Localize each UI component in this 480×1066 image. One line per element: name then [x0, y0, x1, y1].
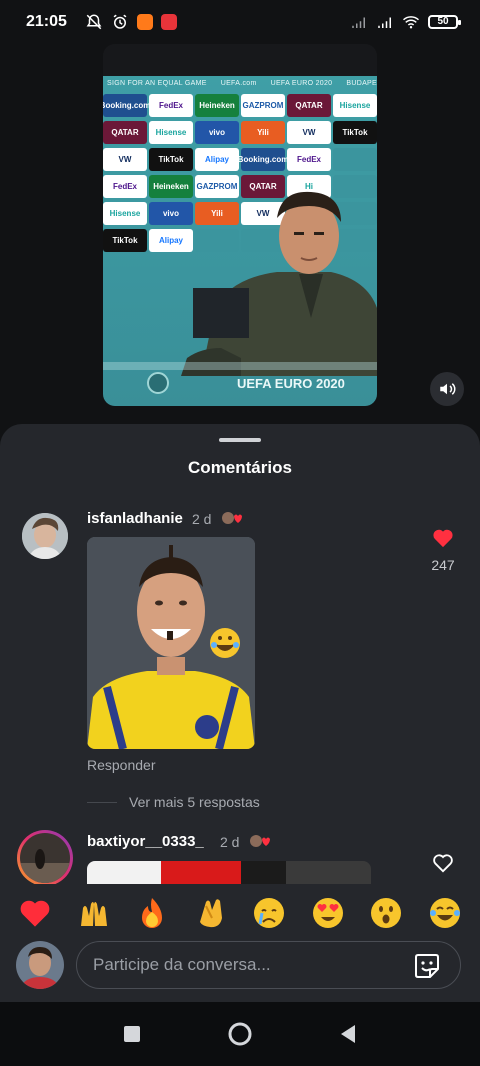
sponsor-logo: QATAR — [287, 94, 331, 117]
surprised-face-icon — [371, 898, 402, 928]
sponsor-logo: QATAR — [103, 121, 147, 144]
reaction-raised-hands[interactable] — [74, 893, 114, 933]
view-more-replies-button[interactable]: Ver mais 5 respostas — [129, 794, 260, 810]
like-count: 247 — [431, 557, 455, 573]
sponsor-logo: Alipay — [195, 148, 239, 171]
reaction-fire[interactable] — [132, 893, 172, 933]
avatar[interactable] — [17, 830, 73, 886]
sponsor-backdrop: SIGN FOR AN EQUAL GAME UEFA.com UEFA EUR… — [103, 76, 377, 406]
alarm-icon — [113, 14, 127, 29]
crown-heart-icon — [222, 512, 242, 524]
sponsor-logo: TikTok — [149, 148, 193, 171]
home-button[interactable] — [225, 1019, 255, 1049]
volume-button[interactable] — [430, 372, 464, 406]
reaction-surprised[interactable] — [366, 893, 406, 933]
heart-eyes-icon — [312, 898, 343, 928]
desk-edge — [103, 362, 377, 370]
triangle-back-icon — [341, 1025, 355, 1043]
sponsor-logo: VW — [103, 148, 147, 171]
status-bar: 21:05 50 — [0, 0, 480, 44]
signal-icon — [352, 17, 365, 28]
speaker-icon — [440, 383, 456, 395]
sponsor-logo: Hisense — [149, 121, 193, 144]
video-app-icon — [160, 14, 177, 30]
euro-logo-text: UEFA EURO 2020 — [237, 376, 345, 391]
recents-button[interactable] — [117, 1019, 147, 1049]
video-player[interactable]: SIGN FOR AN EQUAL GAME UEFA.com UEFA EUR… — [103, 44, 377, 406]
reply-button[interactable]: Responder — [87, 757, 156, 773]
sheet-title: Comentários — [188, 458, 292, 477]
press-conference-speaker — [181, 191, 377, 376]
sponsor-logo — [333, 148, 377, 171]
wifi-icon — [403, 16, 419, 29]
sponsor-logo: Booking.com — [103, 94, 150, 117]
backdrop-header-text-1: SIGN FOR AN EQUAL GAME — [107, 80, 207, 87]
euro-trophy-logo — [147, 372, 169, 394]
user-photo — [16, 941, 64, 989]
sponsor-logo: FedEx — [103, 175, 147, 198]
fire-icon — [142, 898, 163, 928]
sponsor-logo: FedEx — [287, 148, 331, 171]
crying-face-icon — [254, 898, 285, 928]
comment-input-wrapper — [76, 941, 461, 989]
sponsor-logo: Heineken — [195, 94, 239, 117]
sponsor-logo: VW — [287, 121, 331, 144]
comment-composer — [0, 938, 480, 1002]
user-photo — [20, 833, 70, 883]
comment-time: 2 d — [192, 511, 212, 527]
sponsor-logo: Hisense — [333, 94, 377, 117]
reaction-tears-of-joy[interactable] — [425, 893, 465, 933]
circle-icon — [228, 1022, 252, 1046]
heart-outline-icon[interactable] — [432, 853, 454, 873]
heart-filled-icon[interactable] — [432, 528, 454, 548]
sponsor-logo: TikTok — [333, 121, 377, 144]
signal-icon-2 — [378, 17, 391, 28]
backdrop-header-text-2: UEFA.com — [220, 80, 257, 87]
reaction-clapping[interactable] — [191, 893, 231, 933]
reaction-heart[interactable] — [15, 893, 55, 933]
status-time: 21:05 — [26, 13, 67, 30]
crown-heart-icon — [250, 835, 270, 847]
clapping-hands-icon — [199, 899, 222, 928]
back-button[interactable] — [333, 1019, 363, 1049]
raised-hands-icon — [80, 902, 107, 926]
comment-username[interactable]: isfanladhanie — [87, 510, 183, 527]
battery-indicator: 50 — [428, 15, 461, 29]
avatar[interactable] — [22, 513, 68, 559]
video-letterbox — [103, 44, 377, 76]
recorder-app-icon — [136, 14, 153, 30]
backdrop-header: SIGN FOR AN EQUAL GAME UEFA.com UEFA EUR… — [107, 80, 377, 87]
quick-reactions-bar — [0, 884, 480, 942]
sponsor-logo: Booking.com — [238, 148, 288, 171]
user-photo — [22, 513, 68, 559]
bell-off-icon — [86, 14, 102, 30]
sponsor-logo: Hisense — [103, 202, 147, 225]
comment-time: 2 d — [220, 834, 240, 850]
heart-icon — [20, 900, 50, 927]
sponsor-logo: GAZPROM — [241, 94, 285, 117]
tears-of-joy-icon — [429, 898, 460, 928]
comment-input[interactable] — [93, 955, 408, 975]
current-user-avatar[interactable] — [16, 941, 64, 989]
meme-photo — [87, 537, 255, 749]
square-icon — [124, 1026, 140, 1042]
backdrop-header-text-4: BUDAPE — [346, 80, 377, 87]
system-nav-bar — [0, 1002, 480, 1066]
reaction-crying[interactable] — [249, 893, 289, 933]
sponsor-logo: vivo — [195, 121, 239, 144]
screen: 21:05 50 SIGN FOR AN EQUAL GAME UEFA.com… — [0, 0, 480, 1066]
comment-image[interactable] — [87, 537, 255, 749]
comment-username[interactable]: baxtiyor__0333_ — [87, 833, 204, 850]
sponsor-logo: FedEx — [149, 94, 193, 117]
sponsor-logo: Yili — [241, 121, 285, 144]
sticker-icon[interactable] — [412, 951, 442, 981]
sheet-drag-handle[interactable] — [219, 438, 261, 442]
backdrop-header-text-3: UEFA EURO 2020 — [270, 80, 333, 87]
sponsor-logo: TikTok — [103, 229, 147, 252]
more-replies-line — [87, 802, 117, 803]
reaction-heart-eyes[interactable] — [308, 893, 348, 933]
